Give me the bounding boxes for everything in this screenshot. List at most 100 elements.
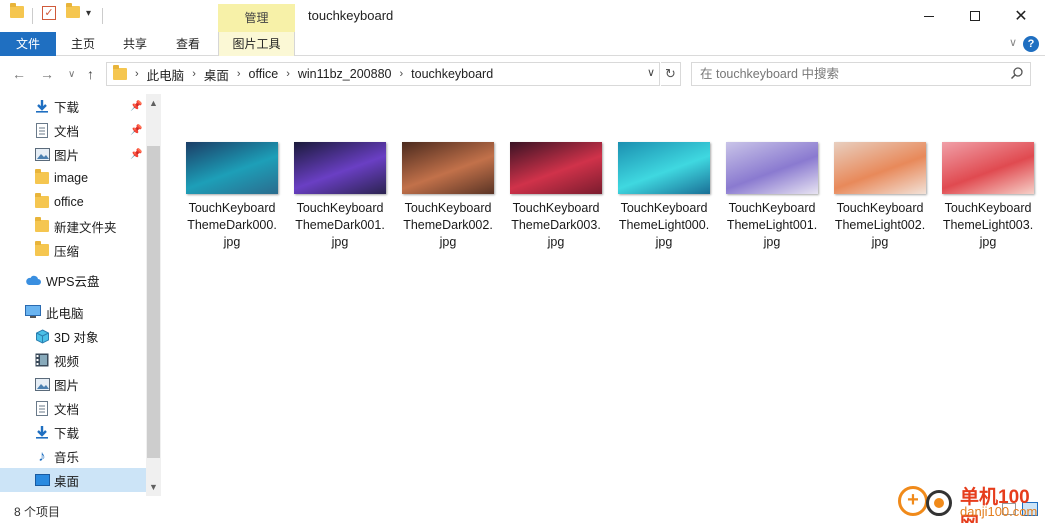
scroll-up-icon[interactable]: ▲ [146,96,161,110]
address-bar[interactable]: › 此电脑 › 桌面 › office › win11bz_200880 › t… [106,62,660,86]
sidebar-item-wps-cloud[interactable]: WPS云盘 [0,268,146,292]
help-icon[interactable]: ? [1023,36,1039,52]
sidebar-item-label: 图片 [54,148,80,163]
chevron-right-icon[interactable]: › [192,68,196,80]
breadcrumb-touchkeyboard[interactable]: touchkeyboard [411,67,493,81]
properties-icon[interactable]: ✓ [42,6,56,20]
sidebar-item-new-folder[interactable]: 新建文件夹 [0,214,146,238]
breadcrumb-office[interactable]: office [249,67,279,81]
file-item[interactable]: TouchKeyboard ThemeDark000. jpg [184,142,280,251]
file-name-line: jpg [871,235,889,249]
sidebar-item-this-pc[interactable]: 此电脑 [0,300,146,324]
sidebar-item-label: 下载 [54,100,80,115]
sidebar-item-pictures-pc[interactable]: 图片 [0,372,146,396]
sidebar-item-pictures[interactable]: 图片 📌 [0,142,146,166]
pin-icon[interactable]: 📌 [130,149,142,160]
sidebar-item-videos[interactable]: 视频 [0,348,146,372]
breadcrumb-win11bz[interactable]: win11bz_200880 [298,67,392,81]
sidebar-item-music[interactable]: ♪ 音乐 [0,444,146,468]
close-button[interactable]: ✕ [998,0,1044,32]
tab-picture-tools[interactable]: 图片工具 [218,32,295,56]
file-item[interactable]: TouchKeyboard ThemeLight001. jpg [724,142,820,251]
document-icon [34,122,50,138]
sidebar-item-3d-objects[interactable]: 3D 对象 [0,324,146,348]
customize-toolbar-icon[interactable]: ▾ [86,8,91,19]
chevron-right-icon[interactable]: › [237,68,241,80]
chevron-down-icon[interactable]: ∨ [647,66,655,79]
sidebar-item-documents[interactable]: 文档 📌 [0,118,146,142]
file-name-line: TouchKeyboard [620,201,708,215]
folder-icon[interactable] [10,3,24,18]
forward-arrow-icon[interactable]: → [40,66,54,82]
sidebar-item-desktop[interactable]: 桌面 [0,468,146,492]
tab-share[interactable]: 共享 [110,32,160,56]
sidebar-item-downloads[interactable]: 下载 📌 [0,94,146,118]
3d-object-icon [34,328,50,344]
search-icon[interactable] [1010,66,1024,80]
breadcrumb-desktop[interactable]: 桌面 [204,65,229,84]
maximize-icon [970,11,980,21]
desktop-icon [34,472,50,488]
search-input[interactable] [692,63,992,85]
tab-view[interactable]: 查看 [163,32,213,56]
chevron-right-icon[interactable]: › [135,68,139,80]
file-item[interactable]: TouchKeyboard ThemeDark001. jpg [292,142,388,251]
search-box[interactable] [691,62,1031,86]
file-item[interactable]: TouchKeyboard ThemeDark003. jpg [508,142,604,251]
folder-icon [113,65,127,80]
file-item[interactable]: TouchKeyboard ThemeLight003. jpg [940,142,1036,251]
pin-icon[interactable]: 📌 [130,125,142,136]
breadcrumb-this-pc[interactable]: 此电脑 [147,65,185,84]
file-name: TouchKeyboard ThemeLight000. jpg [616,200,712,251]
refresh-button[interactable]: ↻ [661,62,681,86]
recent-locations-icon[interactable]: ∨ [68,69,75,80]
maximize-button[interactable] [952,0,998,32]
new-folder-icon[interactable] [66,3,80,18]
file-thumbnail [186,142,278,194]
sidebar-item-compressed[interactable]: 压缩 [0,238,146,262]
sidebar-item-downloads-pc[interactable]: 下载 [0,420,146,444]
file-name-line: jpg [655,235,673,249]
scrollbar-thumb[interactable] [147,146,160,458]
file-name: TouchKeyboard ThemeLight003. jpg [940,200,1036,251]
divider [32,8,33,24]
file-thumbnail [510,142,602,194]
pin-icon[interactable]: 📌 [130,101,142,112]
video-icon [34,352,50,368]
status-item-count: 8 个项目 [14,505,61,519]
download-icon [34,98,50,114]
up-arrow-icon[interactable]: ↑ [87,66,94,82]
sidebar-item-office[interactable]: office [0,190,146,214]
file-item[interactable]: TouchKeyboard ThemeLight002. jpg [832,142,928,251]
chevron-right-icon[interactable]: › [399,68,403,80]
file-thumbnail [402,142,494,194]
chevron-right-icon[interactable]: › [286,68,290,80]
sidebar-item-label: 桌面 [54,474,80,489]
picture-icon [34,146,50,162]
file-name-line: ThemeLight000. [618,218,710,232]
title-bar: ✓ ▾ 管理 touchkeyboard ✕ [0,0,1045,32]
tab-manage[interactable]: 管理 [218,4,295,32]
file-name-line: ThemeDark003. [511,218,601,232]
sidebar-item-label: 此电脑 [46,306,84,321]
sidebar-item-image[interactable]: image [0,166,146,190]
sidebar-item-documents-pc[interactable]: 文档 [0,396,146,420]
sidebar-item-label: 图片 [54,378,80,393]
close-icon: ✕ [1014,8,1028,25]
file-item[interactable]: TouchKeyboard ThemeDark002. jpg [400,142,496,251]
sidebar-item-label: 文档 [54,124,80,139]
tab-file[interactable]: 文件 [0,32,56,56]
navigation-pane: 下载 📌 文档 📌 图片 📌 image office 新建文件夹 压缩 WPS… [0,94,146,496]
scroll-down-icon[interactable]: ▼ [146,480,161,494]
sidebar-item-label: 音乐 [54,450,80,465]
folder-icon [34,241,50,258]
expand-ribbon-icon[interactable]: ∨ [1009,36,1017,49]
file-name: TouchKeyboard ThemeLight002. jpg [832,200,928,251]
file-name-line: ThemeLight001. [726,218,818,232]
tab-home[interactable]: 主页 [58,32,108,56]
sidebar-scrollbar[interactable]: ▲ ▼ [146,94,161,496]
minimize-button[interactable] [906,0,952,32]
file-name-line: ThemeLight002. [834,218,926,232]
file-item[interactable]: TouchKeyboard ThemeLight000. jpg [616,142,712,251]
back-arrow-icon[interactable]: ← [12,66,26,82]
